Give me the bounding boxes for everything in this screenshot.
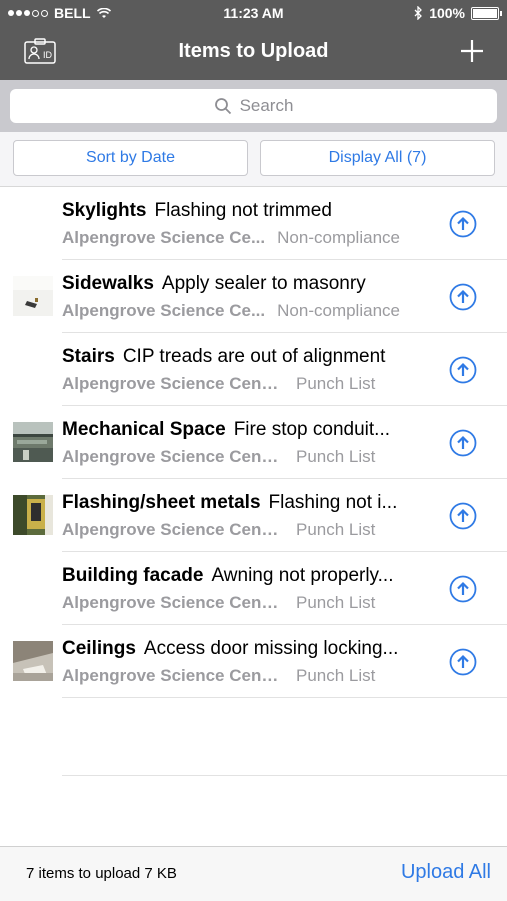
item-category: Punch List (296, 447, 376, 466)
search-bar-container: Search (0, 80, 507, 132)
upload-icon[interactable] (449, 210, 477, 238)
item-subtitle: Alpengrove Science Center 04 Punch List (62, 520, 442, 540)
status-right: 100% (414, 5, 502, 21)
navigation-bar: BELL 11:23 AM 100% ID Items to Upload (0, 0, 507, 80)
display-all-button[interactable]: Display All (7) (260, 140, 495, 176)
item-project: Alpengrove Science Center 04 (62, 520, 284, 539)
search-placeholder: Search (239, 96, 294, 115)
item-description: CIP treads are out of alignment (122, 346, 386, 367)
item-description: Access door missing locking... (143, 638, 399, 659)
item-subtitle: Alpengrove Science Center 04 Punch List (62, 666, 442, 686)
item-subtitle: Alpengrove Science Ce... Non-compliance (62, 301, 442, 321)
item-location: Stairs (62, 346, 115, 367)
sort-by-date-button[interactable]: Sort by Date (13, 140, 248, 176)
item-subtitle: Alpengrove Science Center 04 Punch List (62, 447, 442, 467)
upload-icon[interactable] (449, 356, 477, 384)
item-category: Punch List (296, 666, 376, 685)
item-category: Punch List (296, 520, 376, 539)
item-location: Sidewalks (62, 273, 154, 294)
item-project: Alpengrove Science Ce... (62, 301, 266, 320)
item-description: Flashing not trimmed (154, 200, 332, 221)
item-title: Building facade Awning not properly... (62, 565, 432, 587)
photo-thumbnail (13, 495, 53, 535)
list-item[interactable]: Building facade Awning not properly... Al… (0, 552, 507, 625)
list-item[interactable]: Ceilings Access door missing locking... A… (0, 625, 507, 698)
item-location: Building facade (62, 565, 204, 586)
item-location: Flashing/sheet metals (62, 492, 261, 513)
photo-thumbnail (13, 422, 53, 462)
upload-icon[interactable] (449, 429, 477, 457)
item-category: Punch List (296, 374, 376, 393)
upload-all-button[interactable]: Upload All (401, 861, 491, 884)
item-subtitle: Alpengrove Science Center 04 Punch List (62, 593, 442, 613)
plus-icon[interactable] (459, 38, 485, 64)
bluetooth-icon (414, 6, 423, 20)
item-project: Alpengrove Science Center 04 (62, 447, 284, 466)
list-item[interactable]: Stairs CIP treads are out of alignment Al… (0, 333, 507, 406)
item-title: Flashing/sheet metals Flashing not i... (62, 492, 432, 514)
photo-thumbnail (13, 641, 53, 681)
item-project: Alpengrove Science Center 04 (62, 593, 284, 612)
status-bar: BELL 11:23 AM 100% (0, 0, 507, 28)
item-title: Sidewalks Apply sealer to masonry (62, 273, 432, 295)
upload-icon[interactable] (449, 283, 477, 311)
item-category: Non-compliance (277, 301, 400, 320)
photo-thumbnail (13, 276, 53, 316)
item-project: Alpengrove Science Center 04 (62, 374, 284, 393)
upload-summary: 7 items to upload 7 KB (26, 865, 177, 882)
filter-bar: Sort by Date Display All (7) (0, 132, 507, 187)
search-icon (214, 98, 231, 115)
list-item[interactable]: Sidewalks Apply sealer to masonry Alpengr… (0, 260, 507, 333)
item-location: Mechanical Space (62, 419, 226, 440)
item-location: Skylights (62, 200, 147, 221)
item-subtitle: Alpengrove Science Ce... Non-compliance (62, 228, 442, 248)
item-title: Stairs CIP treads are out of alignment (62, 346, 432, 368)
upload-item-list: Skylights Flashing not trimmed Alpengrove… (0, 187, 507, 698)
upload-icon[interactable] (449, 648, 477, 676)
item-project: Alpengrove Science Center 04 (62, 666, 284, 685)
item-description: Fire stop conduit... (233, 419, 390, 440)
item-project: Alpengrove Science Ce... (62, 228, 266, 247)
search-input[interactable]: Search (10, 89, 497, 123)
battery-percent: 100% (429, 5, 465, 21)
list-item[interactable]: Skylights Flashing not trimmed Alpengrove… (0, 187, 507, 260)
list-divider (62, 775, 507, 776)
page-title: Items to Upload (178, 40, 329, 62)
list-item[interactable]: Flashing/sheet metals Flashing not i... A… (0, 479, 507, 552)
bottom-toolbar: 7 items to upload 7 KB Upload All (0, 846, 507, 901)
item-title: Ceilings Access door missing locking... (62, 638, 432, 660)
list-item[interactable]: Mechanical Space Fire stop conduit... Alp… (0, 406, 507, 479)
battery-icon (471, 6, 502, 20)
item-category: Punch List (296, 593, 376, 612)
item-location: Ceilings (62, 638, 136, 659)
item-description: Awning not properly... (211, 565, 394, 586)
item-title: Mechanical Space Fire stop conduit... (62, 419, 432, 441)
item-description: Apply sealer to masonry (161, 273, 366, 294)
upload-icon[interactable] (449, 575, 477, 603)
item-title: Skylights Flashing not trimmed (62, 200, 432, 222)
item-category: Non-compliance (277, 228, 400, 247)
item-subtitle: Alpengrove Science Center 04 Punch List (62, 374, 442, 394)
item-description: Flashing not i... (268, 492, 398, 513)
upload-icon[interactable] (449, 502, 477, 530)
